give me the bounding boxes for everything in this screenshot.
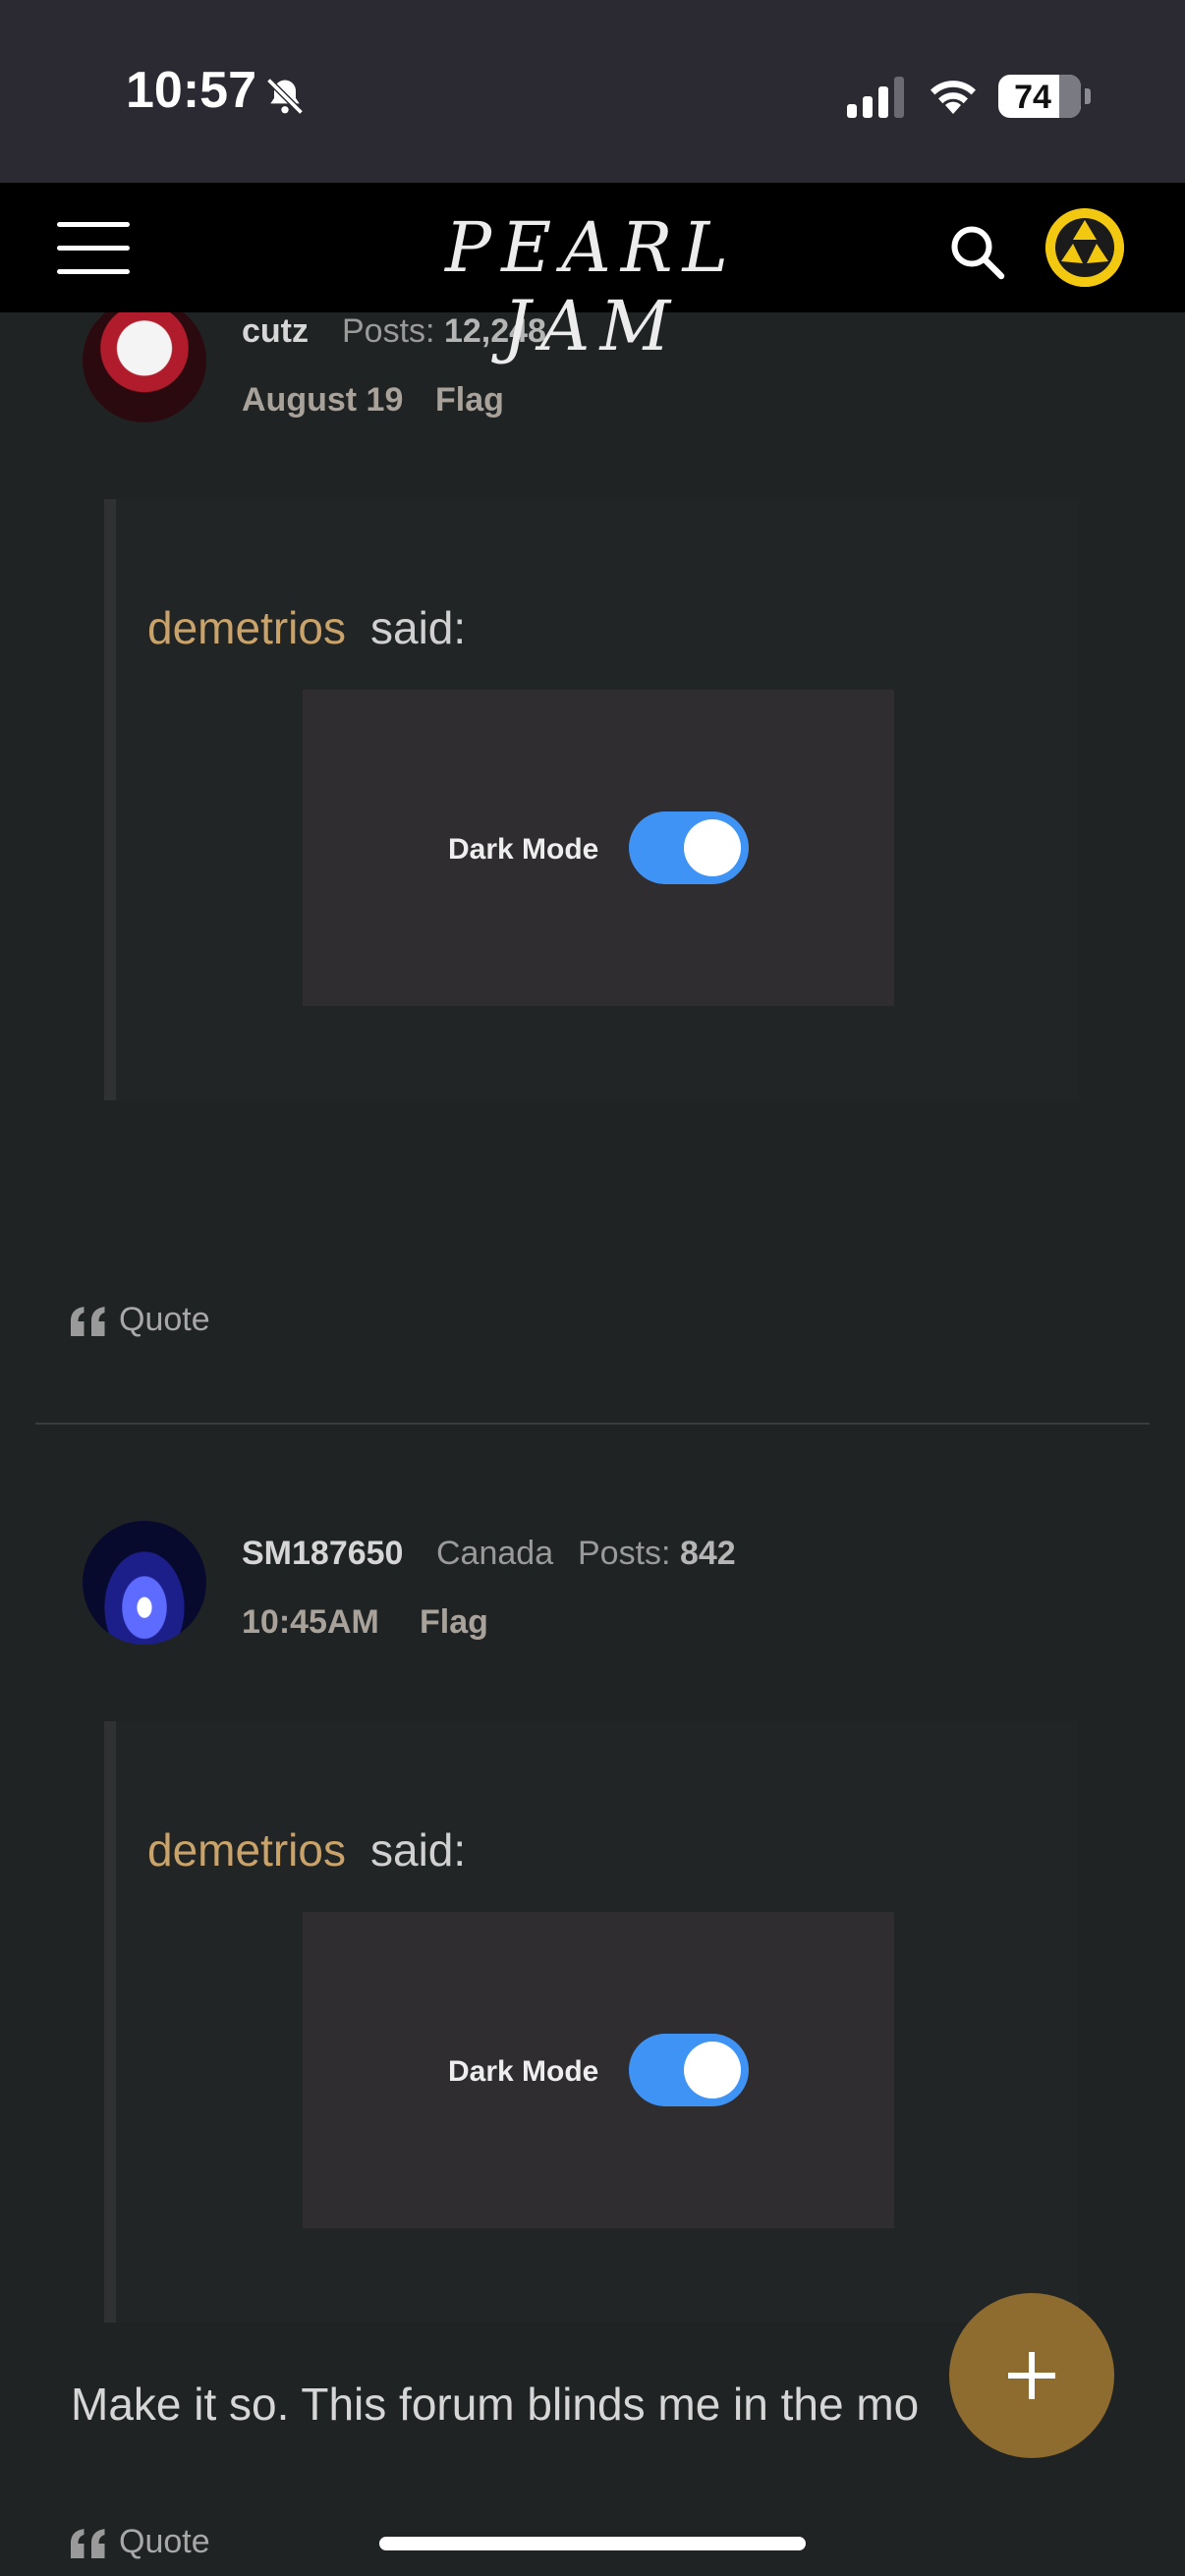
avatar[interactable] — [83, 1521, 206, 1645]
quoted-image: Dark Mode — [303, 1912, 894, 2228]
quote-author[interactable]: demetrios — [147, 1823, 346, 1876]
post-location: Canada — [436, 1535, 554, 1572]
new-post-button[interactable] — [949, 2293, 1114, 2458]
home-indicator[interactable] — [379, 2537, 806, 2550]
posts-label: Posts: — [578, 1535, 671, 1572]
quote-button[interactable]: Quote — [119, 2523, 210, 2561]
posts-count: 842 — [679, 1535, 736, 1572]
forum-post: SM187650 Canada Posts: 842 10:45AM Flag … — [0, 0, 1185, 2576]
flag-link[interactable]: Flag — [420, 1603, 488, 1642]
post-body: Make it so. This forum blinds me in the … — [71, 2379, 920, 2430]
post-username[interactable]: SM187650 — [242, 1535, 403, 1573]
quote-said: said: — [370, 1824, 467, 1876]
site-logo[interactable]: PEARL JAM — [346, 208, 837, 365]
hamburger-menu-icon[interactable] — [57, 222, 130, 275]
dark-mode-toggle — [629, 2034, 749, 2106]
post-count: Posts: 842 — [578, 1535, 736, 1573]
post-date[interactable]: 10:45AM — [242, 1603, 379, 1642]
search-icon[interactable] — [947, 222, 1006, 281]
toggle-knob — [684, 2042, 741, 2099]
quote-icon[interactable] — [71, 2529, 106, 2558]
record-adapter-icon[interactable] — [1045, 208, 1124, 287]
site-header: PEARL JAM — [0, 183, 1185, 365]
dark-mode-label: Dark Mode — [448, 2055, 599, 2088]
